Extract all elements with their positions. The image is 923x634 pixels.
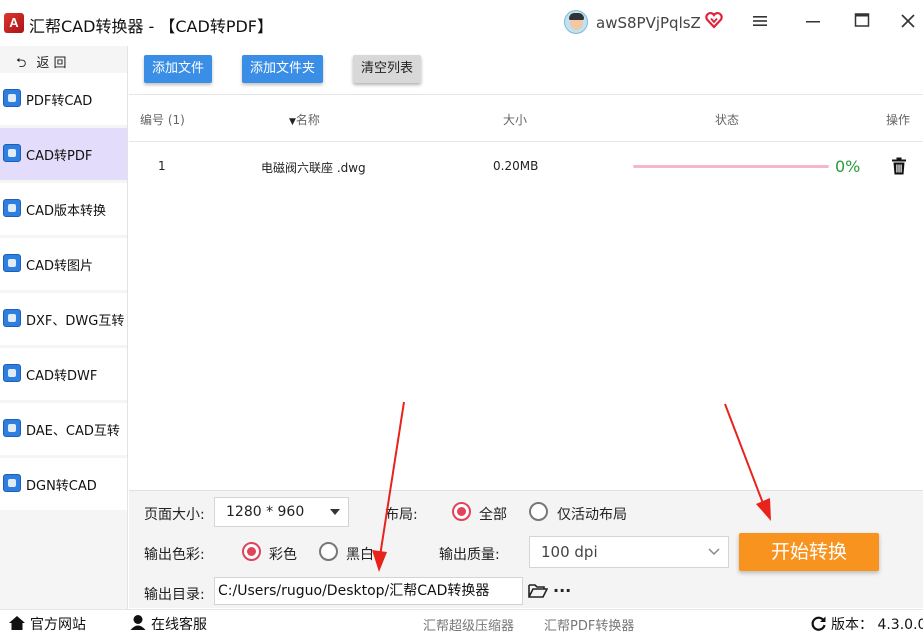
sort-desc-icon: ▼ [289,117,296,127]
sidebar-item-cad-to-pdf[interactable]: CAD转PDF [0,128,127,180]
start-convert-button[interactable]: 开始转换 [739,533,879,571]
sidebar-item-label: CAD转PDF [26,149,93,164]
row-progress-bar [633,165,829,168]
header-divider [129,141,923,142]
vip-heart-icon[interactable] [705,11,723,29]
customer-service-icon [130,615,146,630]
title-bar: A 汇帮CAD转换器 - 【CAD转PDF】 awS8PVjPqlsZ [0,0,923,46]
layout-active-radio[interactable] [529,502,548,521]
sidebar-item-label: DXF、DWG互转 [26,314,125,329]
dxf-dwg-icon [3,309,21,327]
hamburger-icon[interactable] [749,12,771,34]
status-bar: 官方网站 在线客服 汇帮超级压缩器 汇帮PDF转换器 版本： 4.3.0.0 [0,609,923,634]
row-percent: 0% [835,157,861,176]
folder-open-icon[interactable] [528,583,548,599]
dgn-to-cad-icon [3,474,21,492]
layout-active-label[interactable]: 仅活动布局 [557,504,627,524]
more-options-button[interactable]: ··· [553,581,571,600]
layout-all-radio[interactable] [452,502,471,521]
username[interactable]: awS8PVjPqlsZ [596,14,701,32]
cad-to-pdf-icon [3,144,21,162]
column-header-action: 操作 [886,113,911,127]
minimize-icon[interactable] [802,12,824,34]
cad-version-icon [3,199,21,217]
user-avatar[interactable] [564,10,588,34]
sidebar-item-label: DGN转CAD [26,479,97,494]
compressor-link[interactable]: 汇帮超级压缩器 [423,615,514,634]
row-size: 0.20MB [493,159,539,173]
sidebar-item-dae-cad[interactable]: DAE、CAD互转 [0,403,127,455]
sidebar: ⮌ 返 回 PDF转CAD CAD转PDF CAD版本转换 CAD转图片 DXF、… [0,46,128,609]
sidebar-item-label: DAE、CAD互转 [26,424,120,439]
sidebar-item-cad-to-image[interactable]: CAD转图片 [0,238,127,290]
chevron-down-icon [708,548,720,556]
column-header-index[interactable]: 编号 (1) [140,111,185,128]
chevron-down-icon [330,509,340,515]
sidebar-item-label: CAD转图片 [26,259,93,274]
page-size-label: 页面大小: [144,507,205,523]
sidebar-item-dxf-dwg[interactable]: DXF、DWG互转 [0,293,127,345]
page-size-value: 1280 * 960 [226,504,305,520]
column-header-status: 状态 [715,113,740,127]
sidebar-item-dgn-to-cad[interactable]: DGN转CAD [0,458,127,510]
online-support-link[interactable]: 在线客服 [151,614,207,634]
official-website-link[interactable]: 官方网站 [30,614,86,634]
color-label: 输出色彩: [144,547,205,563]
version-label: 版本： 4.3.0.0 [831,617,923,633]
refresh-icon[interactable] [810,615,827,632]
layout-all-label[interactable]: 全部 [479,504,507,524]
column-header-name[interactable]: ▼名称 [289,111,320,128]
add-folder-button[interactable]: 添加文件夹 [242,55,324,83]
window-title: 汇帮CAD转换器 - 【CAD转PDF】 [29,17,273,36]
maximize-icon[interactable] [851,12,873,34]
settings-panel: 页面大小: 1280 * 960 布局: 全部 仅活动布局 输出色彩: 彩色 黑… [129,490,923,608]
cad-to-image-icon [3,254,21,272]
quality-value: 100 dpi [541,543,598,561]
pdf-to-cad-icon [3,89,21,107]
color-color-label[interactable]: 彩色 [269,544,297,564]
row-filename: 电磁阀六联座 .dwg [261,161,366,175]
color-color-radio[interactable] [242,542,261,561]
color-bw-radio[interactable] [319,542,338,561]
color-bw-label[interactable]: 黑白 [346,544,374,564]
page-size-select[interactable]: 1280 * 960 [214,497,349,527]
clear-list-button[interactable]: 清空列表 [353,55,422,83]
row-index: 1 [158,159,166,173]
app-logo-icon: A [4,13,24,33]
quality-label: 输出质量: [439,547,500,563]
layout-label: 布局: [385,507,418,523]
sidebar-item-cad-version[interactable]: CAD版本转换 [0,183,127,235]
trash-icon[interactable] [891,157,907,175]
output-dir-field[interactable]: C:/Users/ruguo/Desktop/汇帮CAD转换器 [214,577,523,605]
column-header-size[interactable]: 大小 [503,111,527,128]
cad-to-dwf-icon [3,364,21,382]
sidebar-item-label: CAD版本转换 [26,204,106,219]
back-label: 返 回 [36,56,67,71]
sidebar-item-label: PDF转CAD [26,94,93,109]
dae-cad-icon [3,419,21,437]
file-table: 编号 (1) ▼名称 大小 状态 操作 1 电磁阀六联座 .dwg 0.20MB… [129,94,923,490]
output-dir-label: 输出目录: [144,587,205,603]
sidebar-item-label: CAD转DWF [26,369,98,384]
close-icon[interactable] [897,12,919,34]
add-file-button[interactable]: 添加文件 [144,55,213,83]
back-arrow-icon: ⮌ [16,56,27,71]
pdf-converter-link[interactable]: 汇帮PDF转换器 [544,615,634,634]
sidebar-item-cad-to-dwf[interactable]: CAD转DWF [0,348,127,400]
home-icon [9,616,25,630]
sidebar-item-pdf-to-cad[interactable]: PDF转CAD [0,73,127,125]
quality-select[interactable]: 100 dpi [529,536,729,568]
